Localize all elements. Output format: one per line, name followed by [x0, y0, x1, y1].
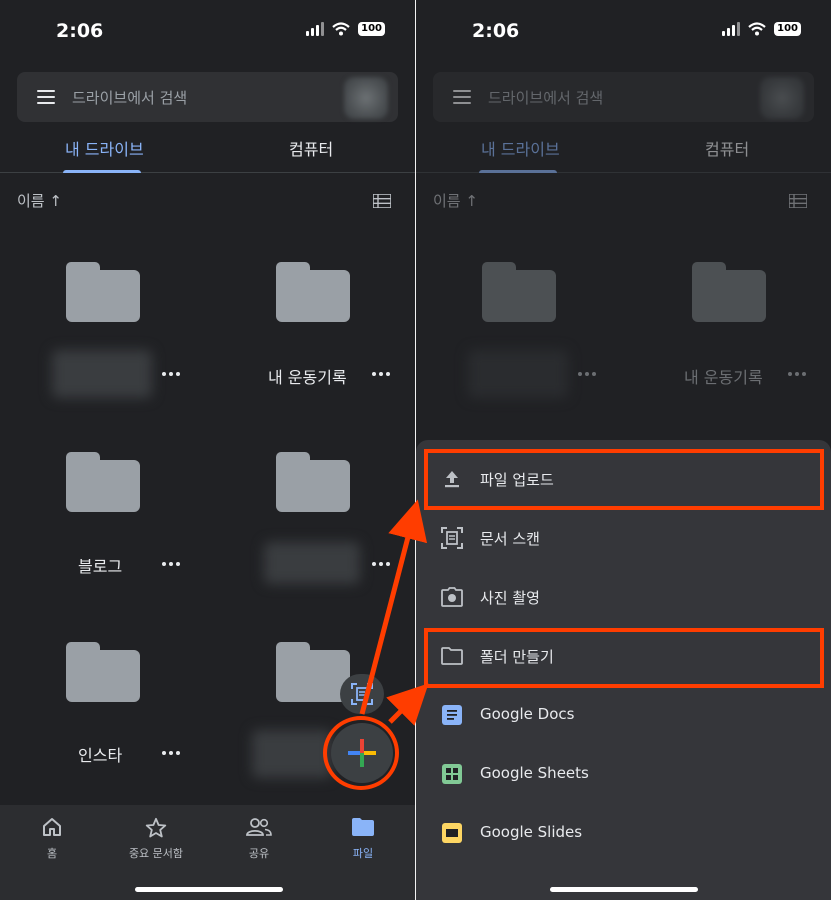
status-time: 2:06	[56, 20, 104, 42]
folder-name[interactable]: 내 운동기록	[268, 364, 347, 388]
menu-item-google-docs[interactable]: Google Docs	[416, 686, 831, 745]
search-bar[interactable]: 드라이브에서 검색	[433, 72, 814, 122]
search-placeholder[interactable]: 드라이브에서 검색	[488, 87, 603, 108]
nav-shared[interactable]: 공유	[219, 817, 299, 861]
nav-label: 홈	[46, 847, 58, 860]
home-indicator	[135, 887, 283, 892]
menu-item-label: Google Sheets	[480, 764, 589, 782]
nav-label: 파일	[352, 847, 374, 860]
folder-icon	[352, 818, 374, 836]
tab-computers[interactable]: 컴퓨터	[705, 136, 749, 160]
sort-row: 이름 ↑	[433, 190, 807, 214]
home-icon	[43, 818, 61, 836]
tab-my-drive[interactable]: 내 드라이브	[481, 136, 560, 160]
menu-item-google-slides[interactable]: Google Slides	[416, 804, 831, 863]
wifi-icon	[748, 22, 766, 36]
folder-icon[interactable]	[66, 642, 140, 702]
more-options-icon[interactable]	[162, 751, 180, 755]
blurred-folder-name	[264, 542, 360, 584]
wifi-icon	[332, 22, 350, 36]
battery-icon: 100	[774, 22, 801, 36]
nav-starred[interactable]: 중요 문서함	[116, 817, 196, 861]
status-bar: 2:06 100	[416, 0, 831, 60]
nav-home[interactable]: 홈	[12, 817, 92, 861]
folder-name[interactable]: 블로그	[78, 553, 122, 577]
folder-icon[interactable]	[692, 262, 766, 322]
more-options-icon[interactable]	[372, 372, 390, 376]
folder-icon[interactable]	[276, 452, 350, 512]
active-tab-indicator	[479, 170, 557, 173]
signal-icon	[306, 22, 325, 36]
scan-icon	[351, 683, 373, 705]
menu-item-label: Google Docs	[480, 705, 575, 723]
bottom-navigation: 홈 중요 문서함 공유 파일	[0, 805, 415, 900]
more-options-icon[interactable]	[578, 372, 596, 376]
status-bar: 2:06 100	[0, 0, 415, 60]
more-options-icon[interactable]	[372, 562, 390, 566]
folder-name[interactable]: 인스타	[78, 742, 122, 766]
star-icon	[145, 817, 167, 838]
avatar[interactable]	[344, 77, 388, 119]
home-indicator	[550, 887, 698, 892]
people-icon	[246, 818, 272, 836]
docs-icon	[442, 705, 462, 725]
search-placeholder[interactable]: 드라이브에서 검색	[72, 87, 187, 108]
sort-by-name-button[interactable]: 이름 ↑	[17, 192, 62, 210]
more-options-icon[interactable]	[788, 372, 806, 376]
camera-icon	[441, 587, 463, 607]
sheets-icon	[442, 764, 462, 784]
highlight-circle-annotation	[323, 716, 399, 790]
menu-item-scan-document[interactable]: 문서 스캔	[416, 509, 831, 568]
folder-name[interactable]: 내 운동기록	[684, 364, 763, 388]
folder-icon[interactable]	[66, 452, 140, 512]
more-options-icon[interactable]	[162, 562, 180, 566]
menu-item-google-sheets[interactable]: Google Sheets	[416, 745, 831, 804]
more-options-icon[interactable]	[162, 372, 180, 376]
sort-by-name-button[interactable]: 이름 ↑	[433, 192, 478, 210]
status-icons: 100	[306, 22, 385, 36]
drive-screen-right: 2:06 100 드라이브에서 검색 내 드라이브 컴퓨터 이름 ↑ 내 운동기…	[416, 0, 831, 900]
tab-computers[interactable]: 컴퓨터	[289, 136, 333, 160]
nav-label: 공유	[248, 847, 270, 860]
nav-files[interactable]: 파일	[323, 817, 403, 861]
blurred-folder-name	[468, 350, 568, 398]
list-view-icon[interactable]	[789, 194, 807, 208]
blurred-folder-name	[252, 730, 332, 778]
battery-icon: 100	[358, 22, 385, 36]
nav-label: 중요 문서함	[128, 847, 184, 860]
drive-tabs: 내 드라이브 컴퓨터	[0, 132, 415, 173]
folder-icon[interactable]	[482, 262, 556, 322]
avatar[interactable]	[760, 77, 804, 119]
drive-tabs: 내 드라이브 컴퓨터	[416, 132, 831, 173]
menu-item-take-photo[interactable]: 사진 촬영	[416, 568, 831, 627]
search-bar[interactable]: 드라이브에서 검색	[17, 72, 398, 122]
drive-screen-left: 2:06 100 드라이브에서 검색 내 드라이브 컴퓨터 이름 ↑ 내 운동기…	[0, 0, 415, 900]
scan-icon	[441, 527, 463, 549]
hamburger-menu-icon[interactable]	[37, 90, 55, 104]
status-icons: 100	[722, 22, 801, 36]
folder-icon[interactable]	[66, 262, 140, 322]
folder-icon[interactable]	[276, 642, 350, 702]
menu-item-label: Google Slides	[480, 823, 583, 841]
hamburger-menu-icon[interactable]	[453, 90, 471, 104]
highlight-box-upload	[424, 449, 824, 510]
blurred-folder-name	[52, 350, 152, 398]
sort-row: 이름 ↑	[17, 190, 391, 214]
slides-icon	[442, 823, 462, 843]
signal-icon	[722, 22, 741, 36]
active-tab-indicator	[63, 170, 141, 173]
menu-item-label: 문서 스캔	[480, 530, 540, 548]
folder-icon[interactable]	[276, 262, 350, 322]
status-time: 2:06	[472, 20, 520, 42]
tab-my-drive[interactable]: 내 드라이브	[65, 136, 144, 160]
scan-fab-button[interactable]	[340, 674, 384, 714]
highlight-box-create-folder	[424, 628, 824, 688]
list-view-icon[interactable]	[373, 194, 391, 208]
menu-item-label: 사진 촬영	[480, 589, 540, 607]
